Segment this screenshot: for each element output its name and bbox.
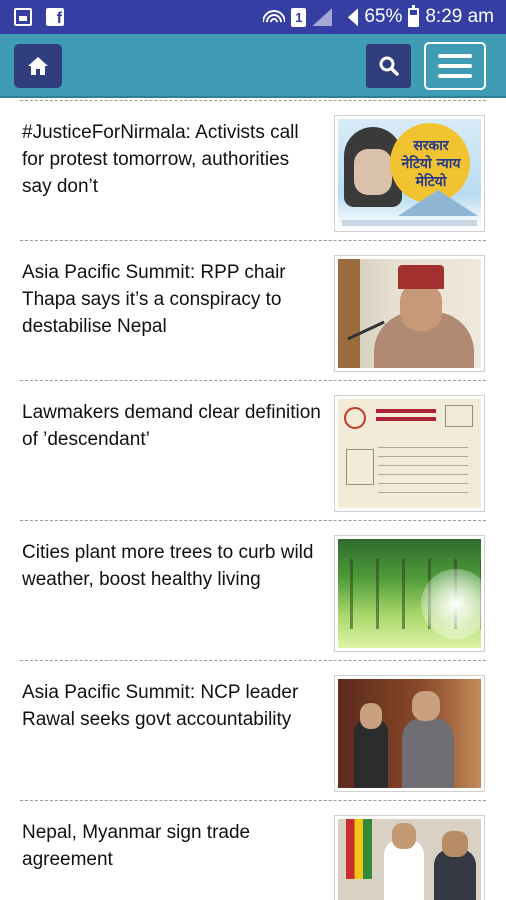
home-button[interactable] (14, 44, 62, 88)
news-headline[interactable]: Asia Pacific Summit: RPP chair Thapa say… (22, 259, 322, 340)
news-thumbnail[interactable]: सरकार नेटियो न्याय मेटियो (334, 115, 485, 232)
news-headline[interactable]: #JusticeForNirmala: Activists call for p… (22, 119, 322, 200)
news-headline[interactable]: Nepal, Myanmar sign trade agreement (22, 819, 322, 873)
hamburger-menu-button[interactable] (424, 42, 486, 90)
signal-icon (312, 8, 332, 26)
clock: 8:29 am (425, 6, 494, 27)
search-icon (379, 56, 399, 76)
news-headline[interactable]: Cities plant more trees to curb wild wea… (22, 539, 322, 593)
sim-icon: 1 (291, 7, 307, 27)
thumbnail-caption (342, 220, 477, 226)
battery-percent: 65% (364, 6, 403, 27)
wifi-icon (263, 8, 286, 26)
signal-icon (338, 8, 358, 26)
app-toolbar (0, 34, 506, 98)
battery-icon (408, 4, 420, 27)
status-bar: f 1 65% 8:29 am (0, 0, 506, 34)
news-item[interactable]: Asia Pacific Summit: RPP chair Thapa say… (0, 241, 506, 380)
home-icon (28, 57, 48, 75)
news-feed[interactable]: #JusticeForNirmala: Activists call for p… (0, 100, 506, 900)
news-headline[interactable]: Asia Pacific Summit: NCP leader Rawal se… (22, 679, 322, 733)
news-item[interactable]: Lawmakers demand clear definition of ’de… (0, 381, 506, 520)
news-item[interactable]: #JusticeForNirmala: Activists call for p… (0, 101, 506, 240)
news-thumbnail[interactable] (334, 675, 485, 792)
news-thumbnail[interactable] (334, 815, 485, 900)
news-item[interactable]: Asia Pacific Summit: NCP leader Rawal se… (0, 661, 506, 800)
hamburger-menu-icon (438, 54, 472, 58)
news-thumbnail[interactable] (334, 395, 485, 512)
news-thumbnail[interactable] (334, 535, 485, 652)
news-item[interactable]: Nepal, Myanmar sign trade agreement (0, 801, 506, 900)
facebook-icon: f (46, 8, 64, 27)
gallery-icon (14, 8, 32, 26)
news-headline[interactable]: Lawmakers demand clear definition of ’de… (22, 399, 322, 453)
news-thumbnail[interactable] (334, 255, 485, 372)
search-button[interactable] (366, 44, 411, 88)
thumbnail-text: सरकार नेटियो न्याय मेटियो (401, 138, 461, 190)
news-item[interactable]: Cities plant more trees to curb wild wea… (0, 521, 506, 660)
